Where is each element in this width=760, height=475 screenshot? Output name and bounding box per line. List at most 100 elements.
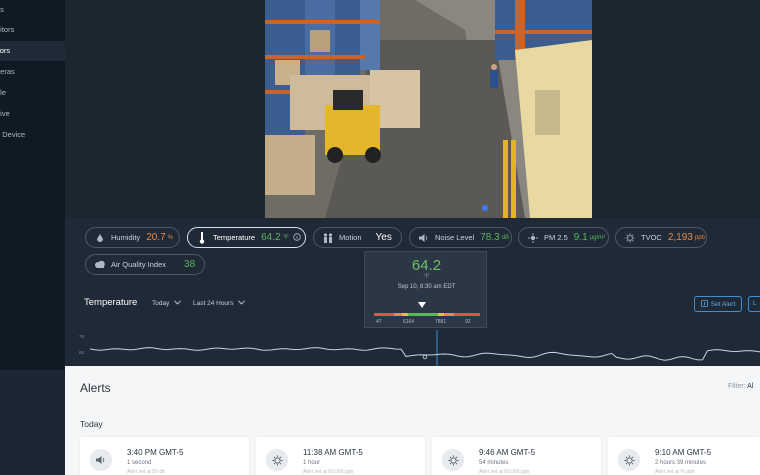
alerts-group-label: Today: [80, 419, 103, 429]
chart-title: Temperature: [84, 297, 138, 308]
sensor-value: Yes: [375, 232, 392, 243]
sidebar-item-label: sors: [0, 46, 11, 55]
sensor-unit: dB: [501, 234, 510, 241]
sidebar-item-label: neras: [0, 67, 15, 76]
sidebar-item-add-device[interactable]: d Device: [0, 125, 65, 145]
tooltip-value: 64.2: [411, 257, 442, 274]
cloud-icon: [94, 259, 106, 271]
sensor-value: 38: [184, 259, 196, 270]
speaker-icon: [90, 449, 112, 471]
chart-tooltip: 64.2 °F Sep 10, 8:30 am EDT 47 6164 7881…: [364, 251, 487, 328]
sidebar-item-people[interactable]: ple: [0, 83, 65, 103]
tooltip-tick: 7881: [435, 319, 447, 325]
y-tick-label: 75: [79, 334, 85, 339]
thermometer-icon: [196, 231, 208, 244]
sensor-value: 78.3: [480, 232, 500, 243]
alert-note: Alert set at 60,000 ppb: [479, 469, 530, 475]
sensor-label: PM 2.5: [544, 233, 568, 242]
alert-note: Alert set at 80 db: [127, 469, 165, 475]
sensor-label: Air Quality Index: [111, 260, 167, 269]
sidebar-item-label: ds: [0, 5, 4, 14]
alert-note: Alert set at % ppb: [655, 469, 695, 475]
y-tick-label: 63: [79, 350, 85, 355]
set-alert-button[interactable]: Set Alert: [694, 296, 742, 312]
sun-icon: [618, 449, 640, 471]
period-dropdown-label: Last 24 Hours: [193, 300, 234, 307]
period-dropdown[interactable]: Last 24 Hours: [193, 300, 246, 307]
alerts-panel: Alerts Filter: Al Today 3:40 PM GMT-5 1 …: [65, 366, 760, 475]
alert-time: 3:40 PM GMT-5: [127, 448, 184, 457]
sun-icon: [624, 232, 636, 244]
alert-duration: 1 second: [127, 460, 152, 466]
range-dropdown[interactable]: Today: [152, 300, 182, 307]
alerts-title: Alerts: [80, 381, 111, 395]
droplet-icon: [94, 232, 106, 244]
temperature-chart[interactable]: 75 63: [65, 328, 760, 368]
sensor-chip-motion[interactable]: Motion Yes: [313, 227, 402, 248]
sensor-label: Motion: [339, 233, 362, 242]
particles-icon: [527, 232, 539, 244]
sensor-value: 20.7: [146, 232, 166, 243]
alert-note: Alert set at 60,000 ppb: [303, 469, 354, 475]
sensor-unit: °F: [282, 234, 289, 241]
set-alert-label: Set Alert: [710, 300, 736, 308]
tooltip-tick: 47: [376, 319, 382, 325]
sensor-chip-temperature[interactable]: Temperature 64.2 °F: [187, 227, 306, 248]
sidebar-item-label: ple: [0, 88, 7, 97]
tooltip-unit: °F: [423, 274, 430, 280]
info-icon[interactable]: [292, 232, 301, 243]
sensor-unit: %: [167, 234, 173, 241]
camera-feed[interactable]: [265, 0, 592, 218]
tooltip-tick: 6164: [403, 319, 415, 325]
sensor-label: TVOC: [641, 233, 662, 242]
sensor-unit: μg/m³: [589, 234, 606, 241]
filter-label: Filter:: [728, 383, 746, 390]
filter-value: Al: [747, 383, 754, 390]
alert-time: 11:38 AM GMT-5: [303, 448, 363, 457]
speaker-icon: [418, 232, 430, 244]
sidebar-item-label: d Device: [0, 130, 26, 139]
sun-icon: [442, 449, 464, 471]
sidebar-item-dashboards[interactable]: ds: [0, 0, 65, 20]
warehouse-image: [265, 0, 592, 218]
chevron-down-icon: [174, 300, 182, 307]
alerts-filter[interactable]: Filter: Al: [728, 383, 753, 390]
sidebar-item-monitors[interactable]: nitors: [0, 20, 65, 40]
tooltip-marker: [417, 302, 426, 308]
sensor-chip-humidity[interactable]: Humidity 20.7 %: [85, 227, 180, 248]
sensor-label: Temperature: [213, 233, 256, 242]
tooltip-scale: [374, 313, 480, 316]
alert-card[interactable]: 11:38 AM GMT-5 1 hour Alert set at 60,00…: [256, 437, 425, 475]
alert-time: 9:46 AM GMT-5: [479, 448, 536, 457]
sensor-label: Humidity: [111, 233, 141, 242]
extra-button[interactable]: L: [748, 296, 760, 312]
sidebar-item-cameras[interactable]: neras: [0, 62, 65, 82]
sensor-chip-tvoc[interactable]: TVOC 2,193 ppb: [615, 227, 707, 248]
sensor-unit: ppb: [694, 234, 705, 241]
sidebar: ds nitors sors neras ple hive d Device: [0, 0, 65, 370]
sensor-chip-aqi[interactable]: Air Quality Index 38: [85, 254, 205, 275]
sensor-value: 9.1: [573, 232, 588, 243]
people-icon: [322, 232, 334, 244]
alert-duration: 54 minutes: [479, 460, 509, 466]
alert-card[interactable]: 3:40 PM GMT-5 1 second Alert set at 80 d…: [80, 437, 249, 475]
alert-time: 9:10 AM GMT-5: [655, 448, 712, 457]
sensor-value: 64.2: [261, 232, 281, 243]
alert-duration: 1 hour: [303, 460, 321, 466]
alert-card[interactable]: 9:10 AM GMT-5 2 hours 39 minutes Alert s…: [608, 437, 760, 475]
sidebar-item-label: hive: [0, 109, 10, 118]
alert-card[interactable]: 9:46 AM GMT-5 54 minutes Alert set at 60…: [432, 437, 601, 475]
sensor-chip-pm25[interactable]: PM 2.5 9.1 μg/m³: [518, 227, 609, 248]
sensor-label: Noise Level: [435, 233, 475, 242]
sidebar-item-archive[interactable]: hive: [0, 104, 65, 124]
alert-duration: 2 hours 39 minutes: [655, 460, 707, 466]
range-dropdown-label: Today: [152, 300, 170, 307]
sun-icon: [266, 449, 288, 471]
sensor-chip-noise[interactable]: Noise Level 78.3 dB: [409, 227, 512, 248]
sensor-value: 2,193: [667, 232, 693, 243]
tooltip-tick: 92: [465, 319, 471, 325]
tooltip-date: Sep 10, 8:30 am EDT: [397, 284, 456, 290]
sidebar-item-sensors[interactable]: sors: [0, 41, 65, 61]
chevron-down-icon: [238, 300, 246, 307]
chart-hover-point: [422, 354, 428, 360]
